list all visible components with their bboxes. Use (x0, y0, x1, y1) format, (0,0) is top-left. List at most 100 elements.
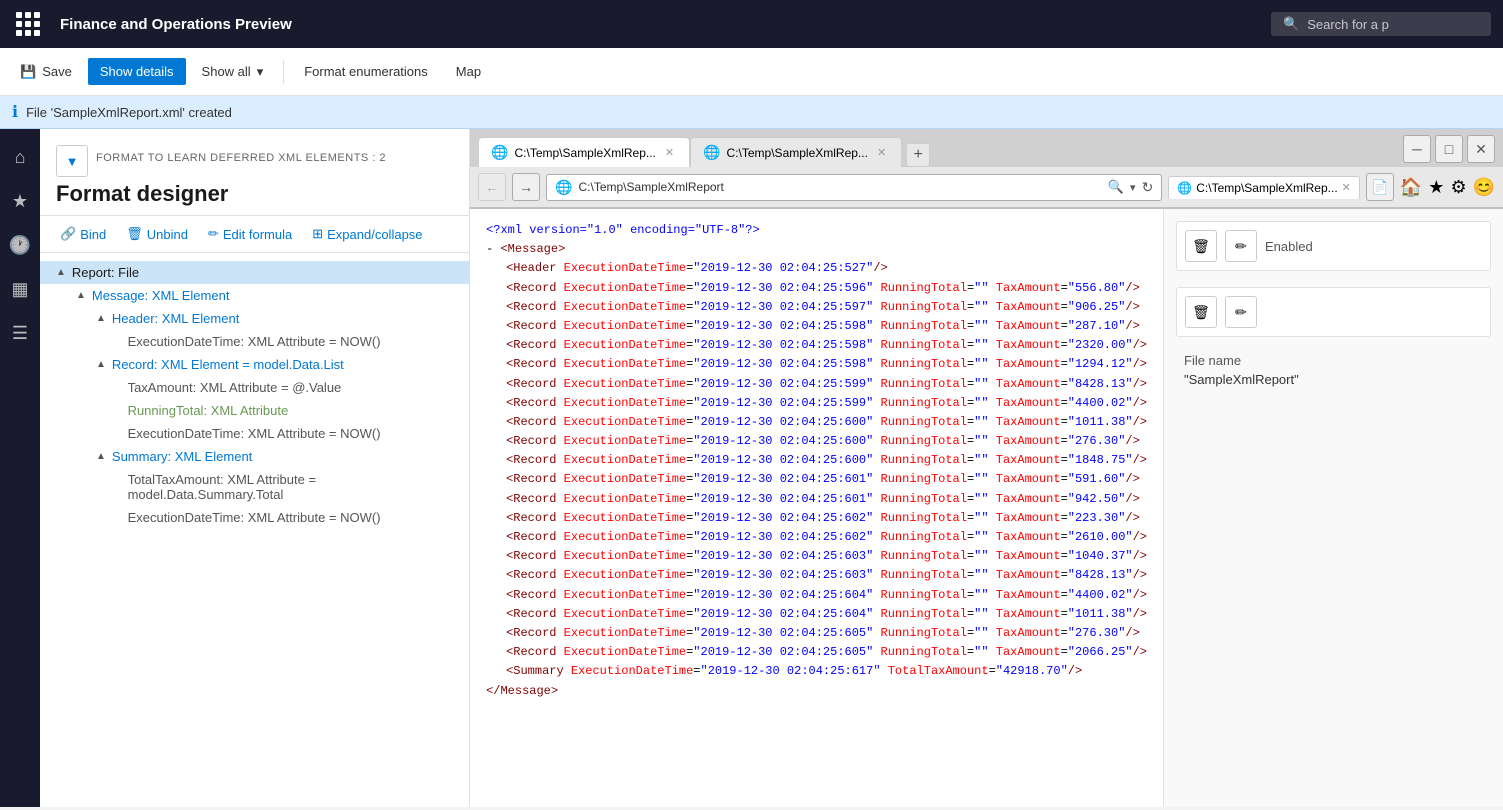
info-icon: ℹ (12, 102, 18, 122)
show-all-button[interactable]: Show all ▾ (190, 58, 276, 86)
tab-close-button[interactable]: ✕ (662, 145, 677, 160)
second-tab-close[interactable]: ✕ (1342, 181, 1351, 194)
tree-item-totaltaxamount[interactable]: TotalTaxAmount: XML Attribute = model.Da… (40, 468, 469, 506)
chevron-icon: ▲ (96, 313, 106, 324)
xml-content: <?xml version="1.0" encoding="UTF-8"?> -… (470, 209, 1163, 807)
app-title: Finance and Operations Preview (60, 16, 1255, 33)
dropdown-icon[interactable]: ▾ (1130, 181, 1136, 194)
map-label: Map (456, 64, 481, 79)
smiley-icon[interactable]: 😊 (1473, 177, 1495, 198)
save-label: Save (42, 64, 72, 79)
main-toolbar: 💾 Save Show details Show all ▾ Format en… (0, 48, 1503, 96)
address-bar[interactable]: 🌐 C:\Temp\SampleXmlReport 🔍 ▾ ↻ (546, 174, 1162, 201)
tree-item-message[interactable]: ▲ Message: XML Element (40, 284, 469, 307)
minimize-button[interactable]: ─ (1403, 135, 1431, 163)
bind-label: Bind (80, 227, 106, 242)
apps-icon (16, 12, 40, 36)
chevron-icon: ▲ (96, 359, 106, 370)
enabled-label: Enabled (1265, 239, 1313, 254)
chevron-icon: ▲ (96, 451, 106, 462)
info-bar: ℹ File 'SampleXmlReport.xml' created (0, 96, 1503, 129)
xml-summary: <Summary ExecutionDateTime="2019-12-30 0… (486, 662, 1147, 681)
close-button[interactable]: ✕ (1467, 135, 1495, 163)
app-bar: Finance and Operations Preview 🔍 (0, 0, 1503, 48)
xml-record-8: <Record ExecutionDateTime="2019-12-30 02… (486, 413, 1147, 432)
xml-record-5: <Record ExecutionDateTime="2019-12-30 02… (486, 355, 1147, 374)
grid-menu-button[interactable] (12, 8, 44, 40)
search-icon: 🔍 (1283, 16, 1299, 32)
link-icon: 🔗 (60, 226, 76, 242)
second-address-tab[interactable]: 🌐 C:\Temp\SampleXmlRep... ✕ (1168, 176, 1360, 199)
tree-item-header[interactable]: ▲ Header: XML Element (40, 307, 469, 330)
browser-chrome: 🌐 C:\Temp\SampleXmlRep... ✕ 🌐 C:\Temp\Sa… (470, 129, 1503, 209)
browser-tab-2[interactable]: 🌐 C:\Temp\SampleXmlRep... ✕ (690, 137, 902, 167)
save-button[interactable]: 💾 Save (8, 58, 84, 86)
nav-calendar-icon[interactable]: ▦ (0, 269, 40, 309)
bind-button[interactable]: 🔗 Bind (56, 222, 110, 246)
ie-icon: 🌐 (491, 144, 508, 161)
tree-item-summary[interactable]: ▲ Summary: XML Element (40, 445, 469, 468)
favorites-icon[interactable]: ★ (1428, 177, 1444, 198)
filter-button[interactable]: ▼ (56, 145, 88, 177)
tree-item-summary-datetime[interactable]: ExecutionDateTime: XML Attribute = NOW() (40, 506, 469, 529)
tree-label: Message: XML Element (92, 288, 230, 303)
nav-star-icon[interactable]: ★ (0, 181, 40, 221)
tree-item-runningtotal[interactable]: RunningTotal: XML Attribute (40, 399, 469, 422)
new-tab-star-button[interactable]: 📄 (1366, 173, 1394, 201)
tree-item-taxamount[interactable]: TaxAmount: XML Attribute = @.Value (40, 376, 469, 399)
tree-label: TotalTaxAmount: XML Attribute = model.Da… (128, 472, 462, 502)
tree-item-record[interactable]: ▲ Record: XML Element = model.Data.List (40, 353, 469, 376)
enabled-edit-button[interactable]: ✏ (1225, 230, 1257, 262)
enabled-delete-button[interactable]: 🗑 (1185, 230, 1217, 262)
show-details-button[interactable]: Show details (88, 58, 186, 85)
expand-collapse-button[interactable]: ⊞ Expand/collapse (308, 222, 426, 246)
xml-record-10: <Record ExecutionDateTime="2019-12-30 02… (486, 451, 1147, 470)
refresh-icon[interactable]: ↻ (1142, 179, 1154, 196)
spacer (116, 382, 122, 393)
xml-record-15: <Record ExecutionDateTime="2019-12-30 02… (486, 547, 1147, 566)
tree-label: Report: File (72, 265, 139, 280)
filename-value-section: File name "SampleXmlReport" (1176, 345, 1491, 395)
xml-record-9: <Record ExecutionDateTime="2019-12-30 02… (486, 432, 1147, 451)
nav-home-icon[interactable]: ⌂ (0, 137, 40, 177)
ie-icon-2: 🌐 (703, 144, 720, 161)
unbind-button[interactable]: 🗑 Unbind (122, 222, 192, 246)
xml-record-2: <Record ExecutionDateTime="2019-12-30 02… (486, 298, 1147, 317)
tree-item-report[interactable]: ▲ Report: File (40, 261, 469, 284)
search-bar[interactable]: 🔍 (1271, 12, 1491, 36)
chevron-icon: ▲ (76, 290, 86, 301)
spacer (116, 482, 122, 493)
format-enumerations-button[interactable]: Format enumerations (292, 58, 440, 85)
tree-label: TaxAmount: XML Attribute = @.Value (128, 380, 342, 395)
xml-record-6: <Record ExecutionDateTime="2019-12-30 02… (486, 375, 1147, 394)
filename-delete-button[interactable]: 🗑 (1185, 296, 1217, 328)
tab-close-button-2[interactable]: ✕ (874, 145, 889, 160)
home-icon[interactable]: 🏠 (1400, 177, 1422, 198)
xml-message-open: - <Message> (486, 240, 1147, 259)
tab-label-2: C:\Temp\SampleXmlRep... (727, 146, 868, 160)
nav-clock-icon[interactable]: 🕐 (0, 225, 40, 265)
chevron-icon: ▲ (56, 267, 66, 278)
xml-record-11: <Record ExecutionDateTime="2019-12-30 02… (486, 470, 1147, 489)
browser-tab-1[interactable]: 🌐 C:\Temp\SampleXmlRep... ✕ (478, 137, 690, 167)
new-tab-button[interactable]: + (906, 143, 930, 167)
tab-label: C:\Temp\SampleXmlRep... (515, 146, 656, 160)
back-button[interactable]: ← (478, 173, 506, 201)
search-input[interactable] (1307, 17, 1467, 32)
properties-panel: 🗑 ✏ Enabled 🗑 ✏ File name "SampleXmlRepo… (1163, 209, 1503, 807)
maximize-button[interactable]: □ (1435, 135, 1463, 163)
xml-record-17: <Record ExecutionDateTime="2019-12-30 02… (486, 586, 1147, 605)
filename-edit-button[interactable]: ✏ (1225, 296, 1257, 328)
right-panel: 🌐 C:\Temp\SampleXmlRep... ✕ 🌐 C:\Temp\Sa… (470, 129, 1503, 807)
main-layout: ⌂ ★ 🕐 ▦ ☰ ▼ FORMAT TO LEARN DEFERRED XML… (0, 129, 1503, 807)
edit-formula-button[interactable]: ✏ Edit formula (204, 222, 296, 246)
format-title: Format designer (56, 181, 453, 207)
tree-item-header-datetime[interactable]: ExecutionDateTime: XML Attribute = NOW() (40, 330, 469, 353)
tree-item-record-datetime[interactable]: ExecutionDateTime: XML Attribute = NOW() (40, 422, 469, 445)
map-button[interactable]: Map (444, 58, 493, 85)
forward-button[interactable]: → (512, 173, 540, 201)
settings-icon[interactable]: ⚙ (1450, 177, 1466, 198)
spacer (116, 428, 122, 439)
tree-label: ExecutionDateTime: XML Attribute = NOW() (128, 510, 381, 525)
nav-list-icon[interactable]: ☰ (0, 313, 40, 353)
